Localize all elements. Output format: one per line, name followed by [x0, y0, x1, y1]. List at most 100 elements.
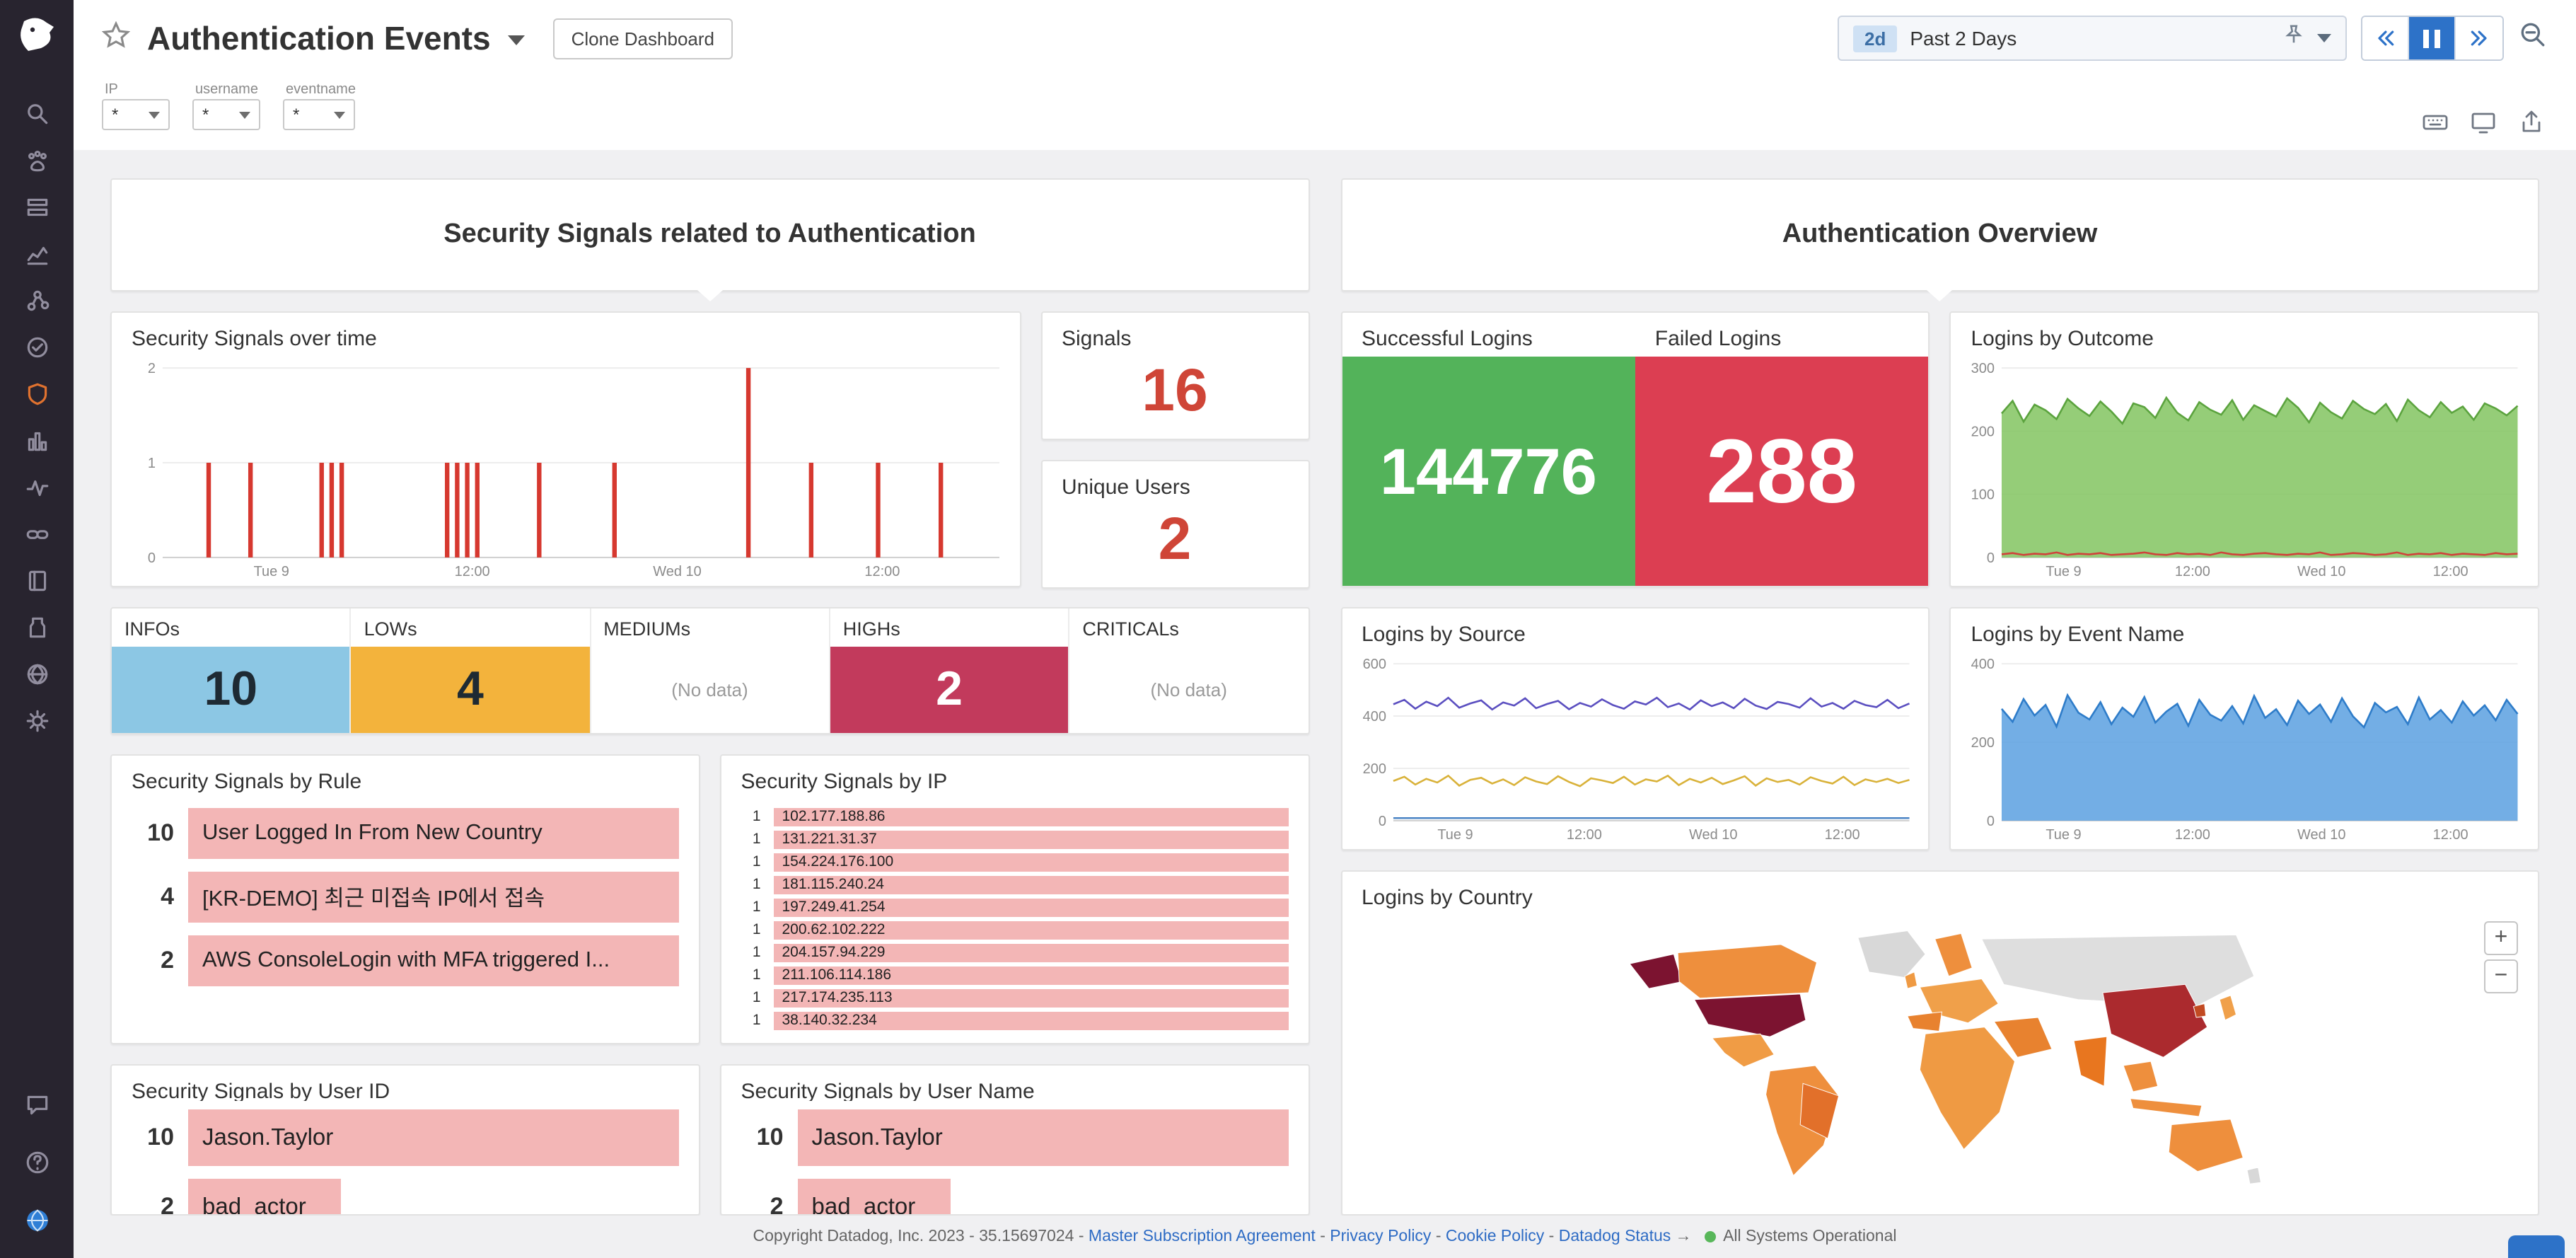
toplist-count: 10 [132, 819, 174, 848]
chat-fab[interactable] [2508, 1235, 2565, 1258]
toplist-row[interactable]: 10User Logged In From New Country [132, 808, 679, 859]
group-notch [1927, 290, 1953, 301]
title-dropdown-caret-icon[interactable] [508, 35, 525, 45]
toplist-row[interactable]: 138.140.32.234 [741, 1012, 1289, 1030]
severity-label: MEDIUMs [591, 608, 829, 647]
toplist-count: 1 [741, 922, 761, 939]
toplist-row[interactable]: 1102.177.188.86 [741, 808, 1289, 826]
datadog-logo[interactable] [13, 11, 61, 59]
svg-text:Wed 10: Wed 10 [1688, 827, 1736, 843]
logins-by-outcome-chart[interactable]: 0100200300Tue 912:00Wed 1012:00 [1960, 357, 2527, 580]
sidebar-item-logs[interactable] [11, 604, 62, 651]
sidebar-item-metrics[interactable] [11, 231, 62, 277]
footer-link[interactable]: Privacy Policy [1330, 1228, 1431, 1245]
pin-icon[interactable] [2283, 24, 2304, 52]
world-map-container[interactable]: + − [1342, 916, 2538, 1214]
signals-by-user-name-title: Security Signals by User Name [721, 1066, 1309, 1102]
sidebar-item-search[interactable] [11, 91, 62, 137]
footer-link[interactable]: Datadog Status [1559, 1228, 1671, 1245]
toplist-row[interactable]: 10Jason.Taylor [741, 1110, 1289, 1167]
map-zoom-out-button[interactable]: − [2484, 959, 2518, 993]
toplist-count: 1 [741, 899, 761, 916]
zoom-out-icon[interactable] [2518, 20, 2548, 57]
sidebar-item-apm[interactable] [11, 277, 62, 324]
tv-mode-icon[interactable] [2470, 108, 2497, 135]
forward-button[interactable] [2456, 17, 2502, 59]
toplist-row[interactable]: 1181.115.240.24 [741, 876, 1289, 894]
sidebar-item-compliance[interactable] [11, 651, 62, 698]
signals-by-ip-list: 1102.177.188.861131.221.31.371154.224.17… [721, 800, 1309, 1043]
svg-text:12:00: 12:00 [2175, 564, 2210, 579]
rewind-button[interactable] [2362, 17, 2409, 59]
svg-text:12:00: 12:00 [1824, 827, 1860, 843]
svg-text:0: 0 [1378, 814, 1386, 829]
toplist-row[interactable]: 1204.157.94.229 [741, 944, 1289, 962]
toplist-bar: 154.224.176.100 [774, 853, 1289, 872]
sidebar-item-chat[interactable] [11, 1081, 62, 1128]
signals-stats-stack: Signals 16 Unique Users 2 [1040, 311, 1309, 587]
logins-by-event-name-title: Logins by Event Name [1951, 608, 2539, 652]
unique-users-value: 2 [1042, 505, 1308, 587]
filter-select-IP[interactable]: * [102, 99, 170, 130]
clone-dashboard-button[interactable]: Clone Dashboard [553, 18, 733, 59]
time-range-selector[interactable]: 2d Past 2 Days [1838, 16, 2347, 61]
signals-over-time-chart[interactable]: 012Tue 912:00Wed 1012:00 [120, 357, 1008, 580]
severity-cell-MEDIUMs[interactable]: MEDIUMs(No data) [591, 608, 830, 733]
right-group: Authentication Overview Successful Login… [1340, 178, 2539, 1216]
footer-link[interactable]: Cookie Policy [1446, 1228, 1544, 1245]
toplist-row[interactable]: 2AWS ConsoleLogin with MFA triggered I..… [132, 935, 679, 986]
sidebar-item-security[interactable] [11, 371, 62, 417]
severity-cell-CRITICALs[interactable]: CRITICALs(No data) [1069, 608, 1308, 733]
sidebar-item-help[interactable] [11, 1139, 62, 1186]
footer-copyright: Copyright Datadog, Inc. 2023 - 35.156970… [753, 1228, 1074, 1245]
toplist-row[interactable]: 1211.106.114.186 [741, 966, 1289, 985]
toplist-row[interactable]: 2 bad_actor [132, 1179, 679, 1214]
keyboard-shortcuts-icon[interactable] [2422, 108, 2449, 135]
svg-text:200: 200 [1971, 424, 1995, 439]
filter-select-eventname[interactable]: * [283, 99, 356, 130]
severity-cell-INFOs[interactable]: INFOs10 [112, 608, 352, 733]
right-group-header[interactable]: Authentication Overview [1340, 178, 2539, 292]
severity-cell-LOWs[interactable]: LOWs4 [352, 608, 591, 733]
sidebar-item-monitors[interactable] [11, 464, 62, 511]
logins-by-event-name-chart[interactable]: 0200400Tue 912:00Wed 1012:00 [1960, 652, 2527, 843]
share-icon[interactable] [2518, 108, 2545, 135]
sidebar-item-processes[interactable] [11, 417, 62, 464]
toplist-bar: bad_actor [188, 1179, 342, 1214]
sidebar-item-integrations[interactable] [11, 511, 62, 558]
map-zoom-in-button[interactable]: + [2484, 921, 2518, 955]
toplist-row[interactable]: 10Jason.Taylor [132, 1110, 679, 1167]
sidebar-item-infrastructure[interactable] [11, 184, 62, 231]
sidebar-item-settings[interactable] [11, 698, 62, 744]
toplist-count: 2 [132, 1194, 174, 1214]
toplist-row[interactable]: 4[KR-DEMO] 최근 미접속 IP에서 접속 [132, 872, 679, 923]
sidebar-item-synthetics[interactable] [11, 324, 62, 371]
monitors-icon [23, 474, 50, 501]
time-dropdown-caret-icon[interactable] [2317, 34, 2331, 42]
toplist-count: 4 [132, 883, 174, 911]
filter-select-username[interactable]: * [192, 99, 260, 130]
footer-link[interactable]: Master Subscription Agreement [1089, 1228, 1316, 1245]
left-group-header[interactable]: Security Signals related to Authenticati… [110, 178, 1309, 292]
toplist-row[interactable]: 1217.174.235.113 [741, 989, 1289, 1008]
sidebar-item-org[interactable] [11, 1197, 62, 1244]
signals-by-ip-title: Security Signals by IP [721, 756, 1309, 800]
search-icon [23, 100, 50, 127]
logins-by-source-chart[interactable]: 0200400600Tue 912:00Wed 1012:00 [1350, 652, 1918, 843]
failed-logins-value: 288 [1635, 357, 1929, 586]
toplist-row[interactable]: 1154.224.176.100 [741, 853, 1289, 872]
severity-cell-HIGHs[interactable]: HIGHs2 [830, 608, 1070, 733]
dashboard-canvas: Security Signals related to Authenticati… [74, 150, 2576, 1216]
toplist-row[interactable]: 1197.249.41.254 [741, 899, 1289, 917]
template-variables: IP*username*eventname* [102, 82, 356, 130]
toplist-row[interactable]: 2bad_actor [741, 1179, 1289, 1214]
toplist-row[interactable]: 1131.221.31.37 [741, 831, 1289, 849]
left-group-title: Security Signals related to Authenticati… [443, 219, 975, 250]
sidebar-item-watchdog[interactable] [11, 137, 62, 184]
status-dot [1705, 1231, 1716, 1242]
svg-text:0: 0 [1987, 814, 1995, 829]
pause-button[interactable] [2409, 17, 2456, 59]
toplist-row[interactable]: 1200.62.102.222 [741, 921, 1289, 940]
favorite-star-icon[interactable] [102, 21, 130, 56]
sidebar-item-notebooks[interactable] [11, 558, 62, 604]
